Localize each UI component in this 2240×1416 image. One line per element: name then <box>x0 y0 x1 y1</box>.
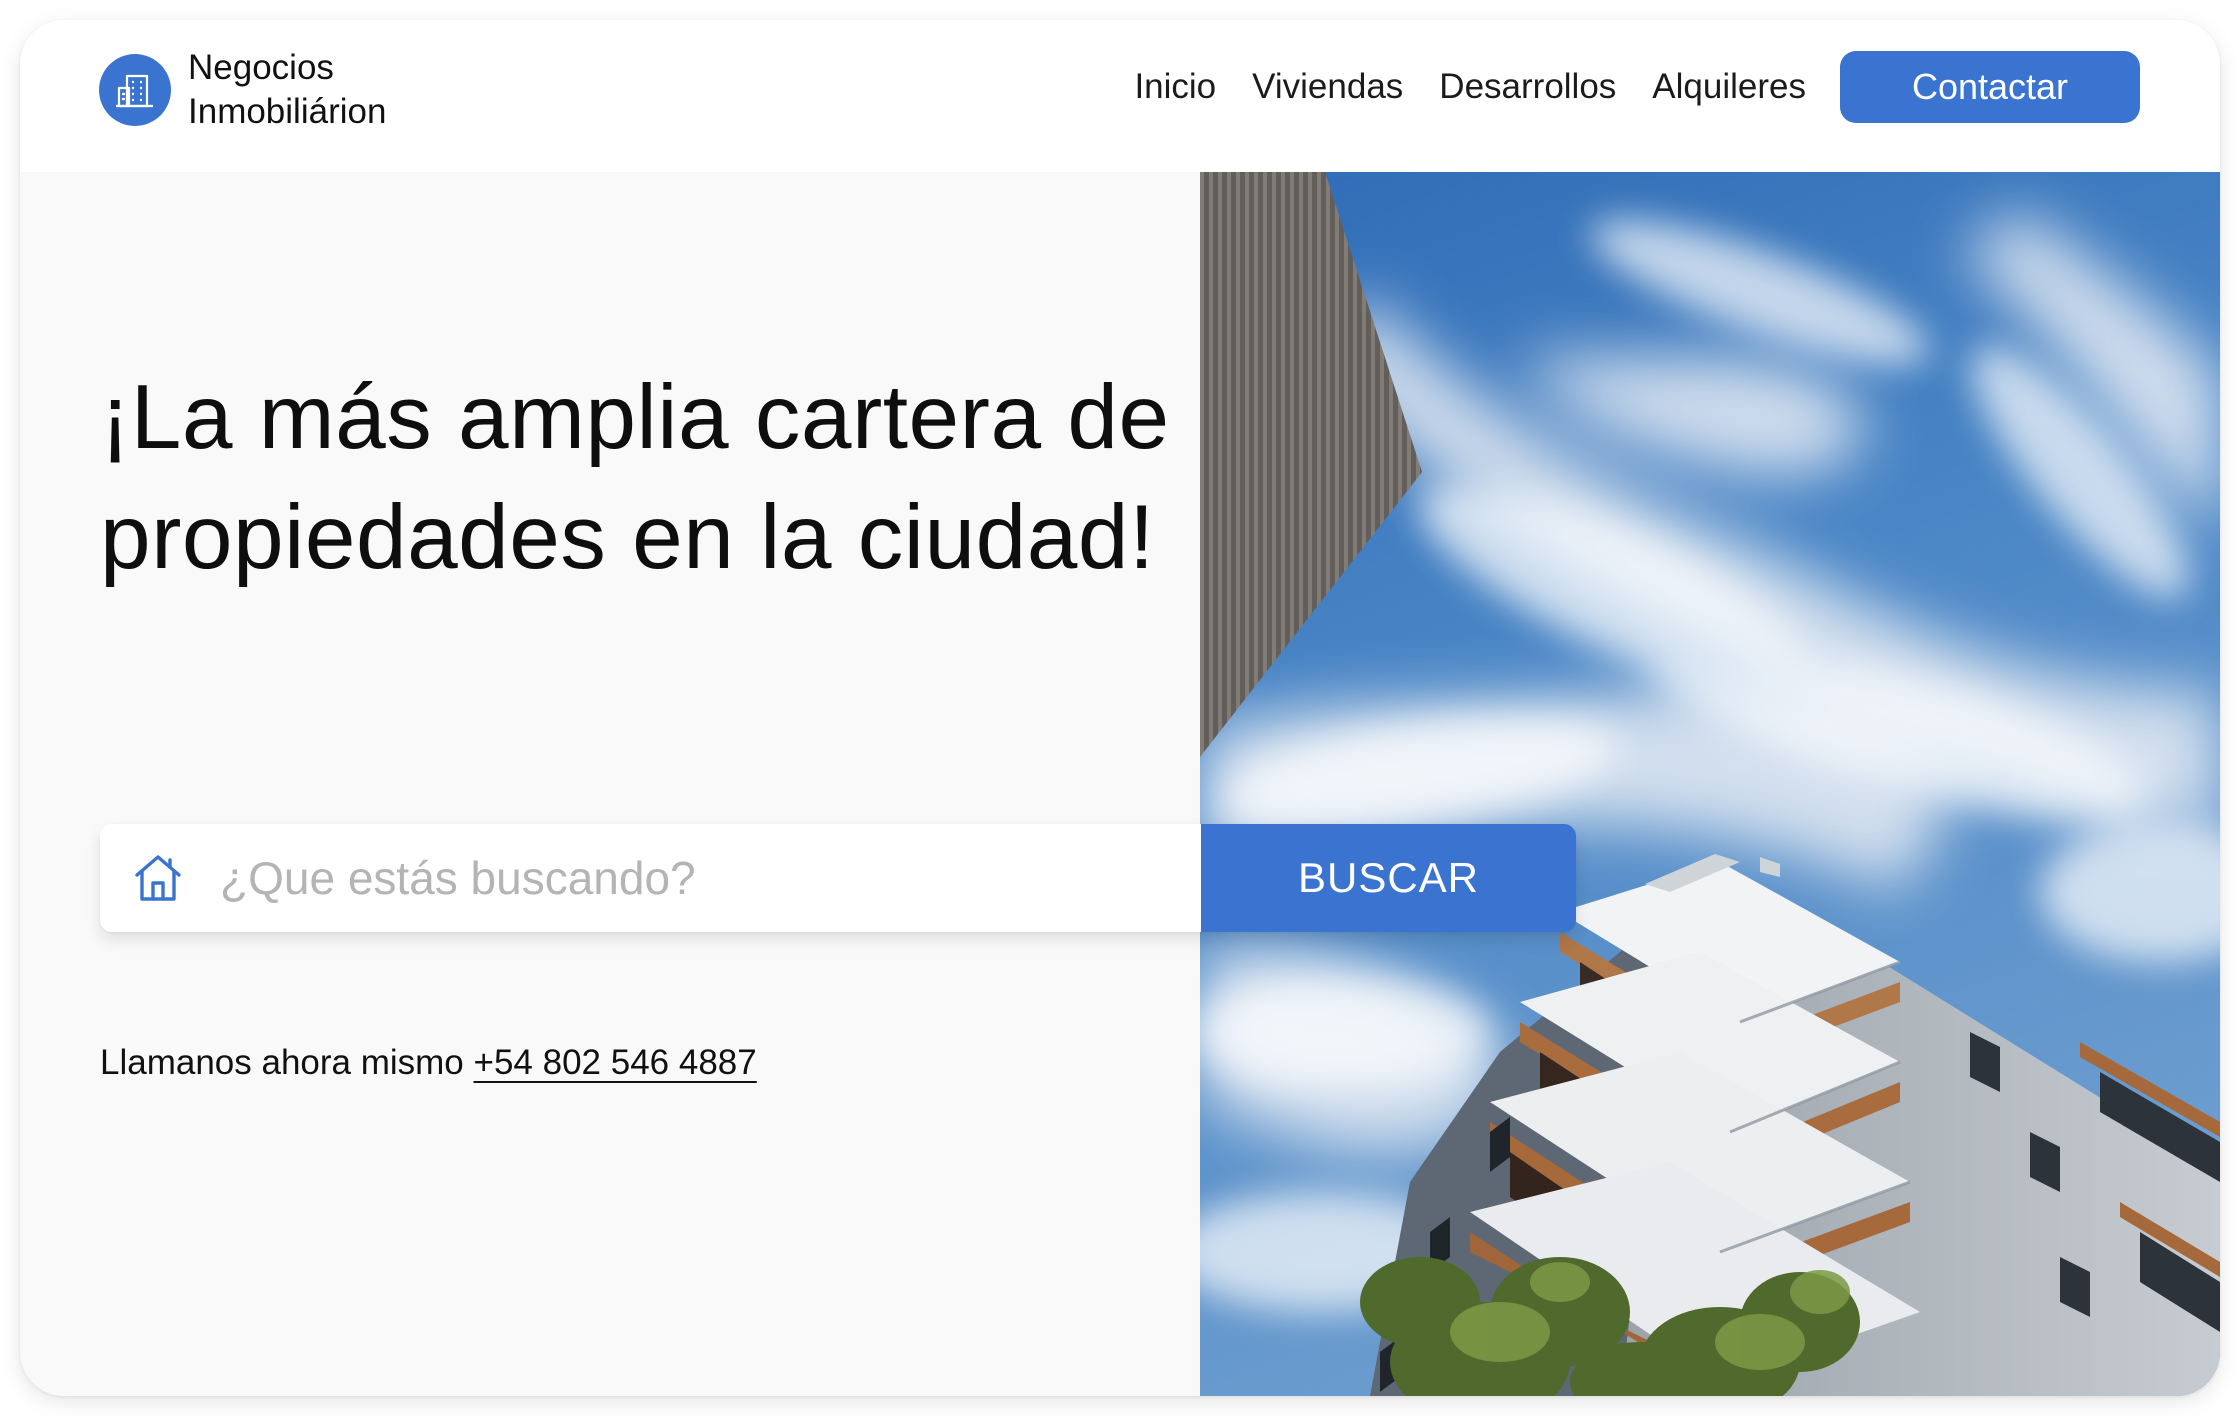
house-icon <box>130 850 186 906</box>
contact-button[interactable]: Contactar <box>1840 51 2140 123</box>
call-line: Llamanos ahora mismo +54 802 546 4887 <box>100 1038 757 1088</box>
building-icon <box>99 54 171 126</box>
page-frame: Negocios Inmobiliárion Inicio Viviendas … <box>20 20 2220 1396</box>
nav-alquileres[interactable]: Alquileres <box>1652 59 1806 115</box>
nav-desarrollos[interactable]: Desarrollos <box>1439 59 1616 115</box>
call-prefix: Llamanos ahora mismo <box>100 1043 464 1082</box>
search-field[interactable] <box>100 824 1201 932</box>
site-header: Negocios Inmobiliárion Inicio Viviendas … <box>20 20 2220 172</box>
brand-logo[interactable]: Negocios Inmobiliárion <box>99 46 386 134</box>
brand-name-line1: Negocios <box>188 48 334 87</box>
search-input[interactable] <box>218 850 1182 906</box>
nav-inicio[interactable]: Inicio <box>1134 59 1216 115</box>
brand-name: Negocios Inmobiliárion <box>188 46 386 134</box>
main-nav: Inicio Viviendas Desarrollos Alquileres … <box>1134 51 2140 123</box>
nav-viviendas[interactable]: Viviendas <box>1252 59 1403 115</box>
phone-link[interactable]: +54 802 546 4887 <box>474 1043 757 1082</box>
hero-left-panel <box>20 172 1200 1396</box>
search-bar: BUSCAR <box>100 824 1576 932</box>
building-and-sky-photo <box>1200 172 2220 1396</box>
hero-headline: ¡La más amplia cartera de propiedades en… <box>100 367 1170 588</box>
search-button[interactable]: BUSCAR <box>1201 824 1576 932</box>
brand-name-line2: Inmobiliárion <box>188 92 387 131</box>
